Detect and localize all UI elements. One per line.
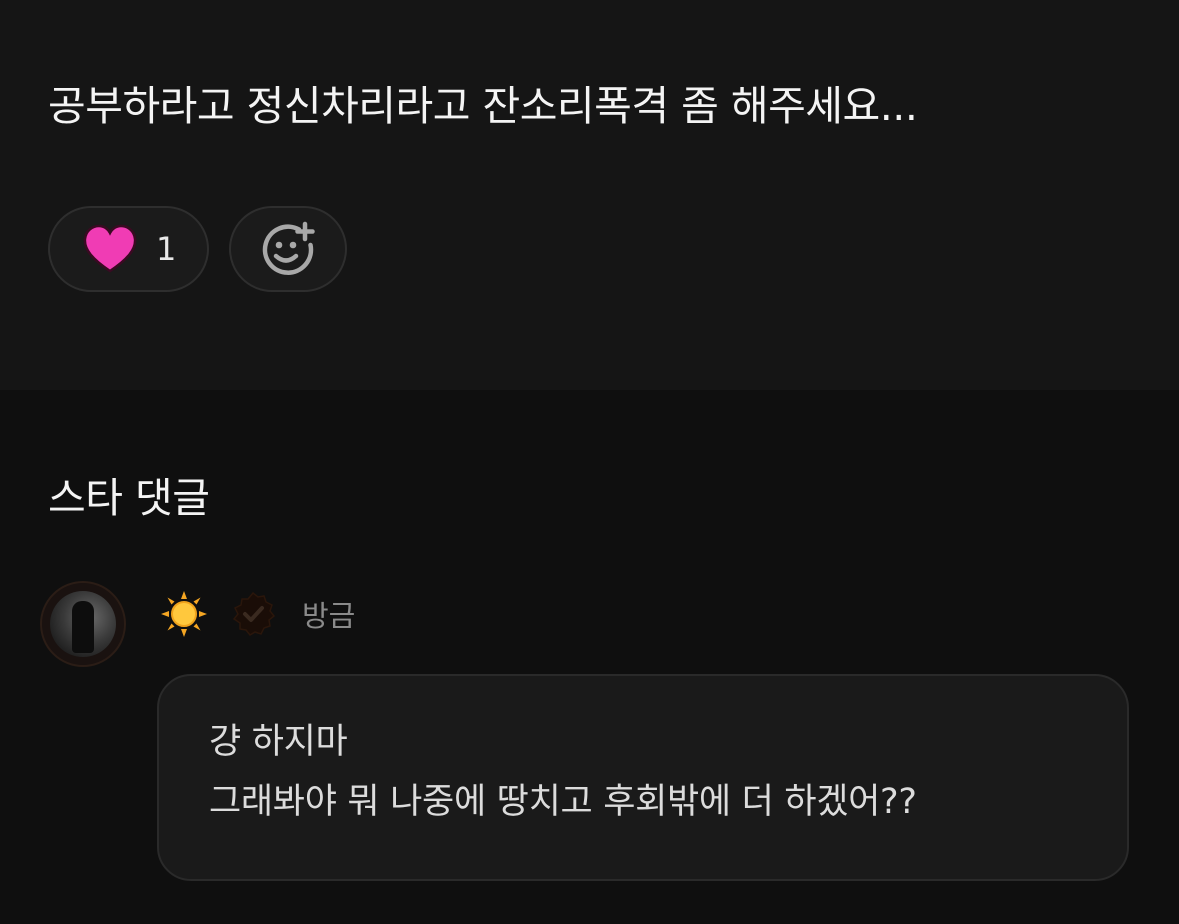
- reaction-row: 1: [48, 206, 347, 292]
- sun-icon: [161, 591, 207, 637]
- add-reaction-button[interactable]: [229, 206, 347, 292]
- comment-line: 걍 하지마: [209, 722, 348, 762]
- avatar-figure: [72, 601, 94, 653]
- heart-icon: [83, 224, 137, 273]
- verified-badge-icon: [232, 591, 276, 636]
- avatar-photo: [50, 591, 116, 657]
- post-section: 공부하라고 정신차리라고 잔소리폭격 좀 해주세요... 1: [0, 0, 1179, 390]
- avatar[interactable]: [40, 581, 126, 667]
- like-count: 1: [156, 230, 177, 268]
- post-text: 공부하라고 정신차리라고 잔소리폭격 좀 해주세요...: [48, 82, 918, 130]
- comment-meta: 방금: [160, 590, 355, 638]
- comments-section: 스타 댓글 방금 걍 하지마 그래봐야 뭐 나중에 땅치고 후회밖에 더 하겠어…: [0, 390, 1179, 924]
- like-button[interactable]: 1: [48, 206, 209, 292]
- section-title: 스타 댓글: [48, 474, 210, 522]
- comment-bubble: 걍 하지마 그래봐야 뭐 나중에 땅치고 후회밖에 더 하겠어??: [157, 674, 1129, 881]
- comment-timestamp: 방금: [302, 599, 356, 633]
- comment-line: 그래봐야 뭐 나중에 땅치고 후회밖에 더 하겠어??: [209, 782, 917, 822]
- add-emoji-icon: [262, 221, 315, 275]
